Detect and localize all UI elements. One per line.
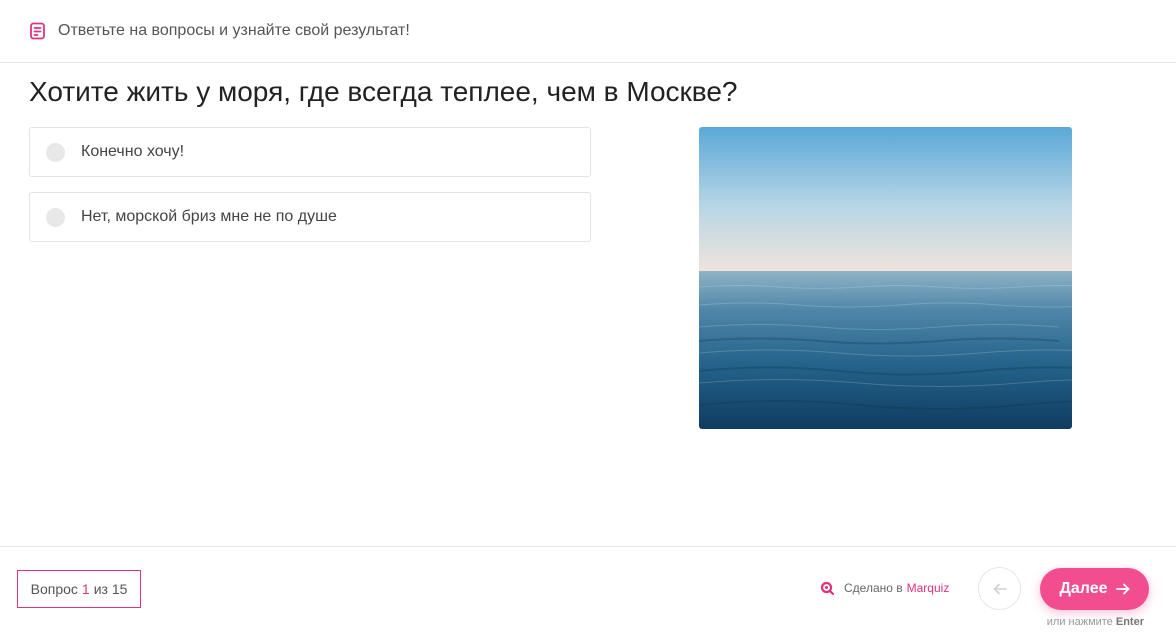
made-in-marquiz[interactable]: Сделано в Marquiz xyxy=(820,581,949,595)
question-title: Хотите жить у моря, где всегда теплее, ч… xyxy=(29,76,738,107)
answer-option-yes[interactable]: Конечно хочу! xyxy=(29,127,591,177)
question-progress: Вопрос 1 из 15 xyxy=(17,570,141,608)
enter-hint: или нажмите Enter xyxy=(1047,616,1144,628)
progress-suffix: из 15 xyxy=(93,581,128,597)
radio-button[interactable] xyxy=(46,142,65,162)
header-subtitle: Ответьте на вопросы и узнайте свой резул… xyxy=(58,22,410,39)
arrow-right-icon xyxy=(1115,583,1130,595)
answer-options: Конечно хочу! Нет, морской бриз мне не п… xyxy=(29,127,591,257)
radio-button[interactable] xyxy=(46,207,65,227)
answer-label: Нет, морской бриз мне не по душе xyxy=(81,208,337,225)
answer-option-no[interactable]: Нет, морской бриз мне не по душе xyxy=(29,192,591,242)
quiz-list-icon xyxy=(29,22,47,40)
progress-current: 1 xyxy=(81,581,90,597)
enter-hint-key: Enter xyxy=(1115,616,1144,628)
next-button[interactable]: Далее xyxy=(1040,568,1149,610)
sea-image xyxy=(699,127,1072,429)
made-in-prefix: Сделано в xyxy=(844,581,903,595)
next-button-label: Далее xyxy=(1059,580,1108,597)
quiz-footer: Вопрос 1 из 15 Сделано в Marquiz Далее и… xyxy=(0,546,1176,637)
arrow-left-icon xyxy=(993,583,1007,595)
back-button[interactable] xyxy=(978,567,1021,610)
progress-prefix: Вопрос xyxy=(30,581,78,597)
marquiz-logo-icon xyxy=(820,581,834,595)
marquiz-link[interactable]: Marquiz xyxy=(907,581,950,595)
enter-hint-prefix: или нажмите xyxy=(1046,616,1116,628)
quiz-header: Ответьте на вопросы и узнайте свой резул… xyxy=(0,0,1176,63)
answer-label: Конечно хочу! xyxy=(81,143,185,160)
